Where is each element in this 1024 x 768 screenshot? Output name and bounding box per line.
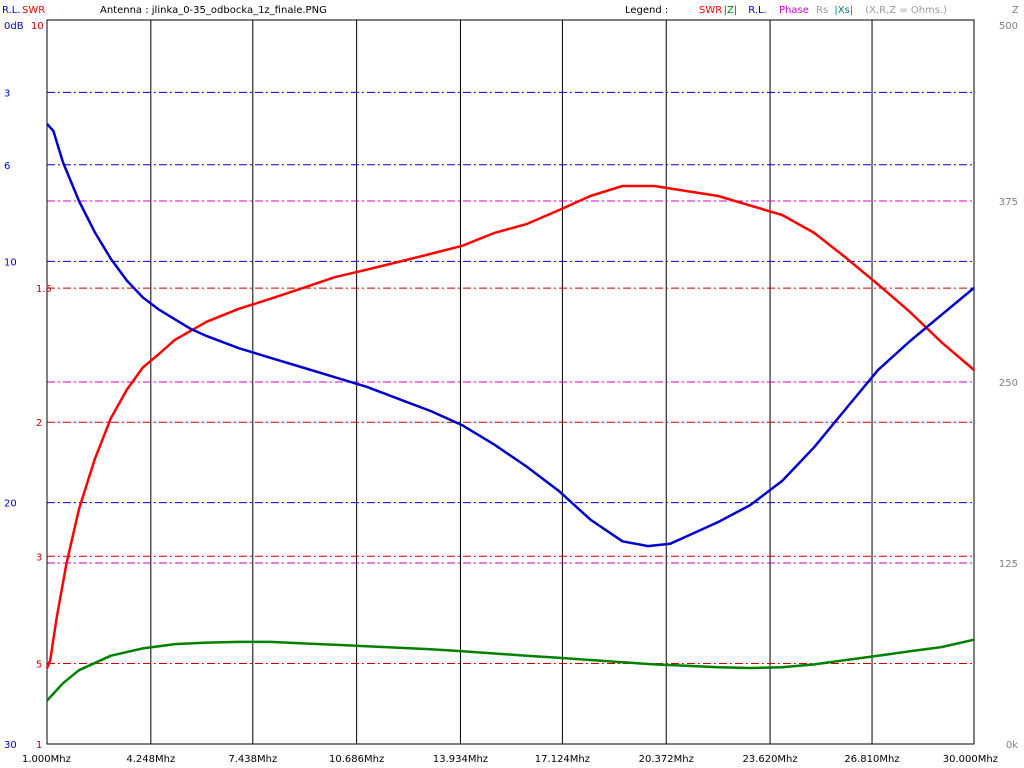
x-tick-label: 10.686Mhz	[329, 754, 384, 765]
rl-tick-label: 30	[4, 740, 17, 751]
legend-item: R.L.	[748, 5, 767, 16]
swr-tick-label: 2	[36, 418, 42, 429]
legend-item: |Z|	[724, 5, 738, 16]
legend-item: |Xs|	[834, 5, 853, 16]
x-tick-label: 1.000Mhz	[22, 754, 71, 765]
z-tick-label: 375	[999, 197, 1018, 208]
x-tick-label: 23.620Mhz	[742, 754, 797, 765]
z-tick-label: 250	[999, 378, 1018, 389]
z-tick-label: 500	[999, 21, 1018, 32]
rl-tick-label: 3	[4, 88, 10, 99]
x-tick-label: 30.000Mhz	[943, 754, 998, 765]
legend-item: Rs	[816, 5, 828, 16]
swr-chart: 1.000Mhz 4.248Mhz 7.438Mhz 10.686Mhz 13.934M…	[0, 0, 1024, 768]
rl-tick-label: 20	[4, 499, 17, 510]
x-tick-label: 26.810Mhz	[844, 754, 899, 765]
legend-item: SWR	[699, 5, 722, 16]
legend-item: (X,R,Z = Ohms.)	[865, 5, 947, 16]
swr-tick-label: 1	[36, 740, 42, 751]
z-tick-label: 0k	[1006, 740, 1018, 751]
x-tick-label: 17.124Mhz	[535, 754, 590, 765]
x-tick-label: 4.248Mhz	[126, 754, 175, 765]
legend-item: Phase	[779, 5, 809, 16]
swr-tick-label: 3	[36, 552, 42, 563]
x-tick-label: 7.438Mhz	[228, 754, 277, 765]
rl-tick-label: 6	[4, 161, 10, 172]
swr-axis-title: SWR	[22, 5, 45, 16]
x-tick-label: 13.934Mhz	[433, 754, 488, 765]
x-tick-label: 20.372Mhz	[639, 754, 694, 765]
antenna-file-label: Antenna : jlinka_0-35_odbocka_1z_finale.…	[100, 5, 327, 16]
z-tick-label: 125	[999, 559, 1018, 570]
swr-tick-label: 1.5	[36, 284, 52, 295]
swr-tick-label: 10	[31, 21, 44, 32]
legend-title: Legend :	[625, 5, 668, 16]
chart-background	[0, 0, 1024, 768]
rl-axis-title: R.L.	[2, 5, 21, 16]
rl-tick-label: 10	[4, 257, 17, 268]
swr-tick-label: 5	[36, 660, 42, 671]
legend: SWR |Z| R.L. Phase Rs |Xs| (X,R,Z = Ohms.)	[699, 5, 947, 16]
z-axis-title: Z	[1012, 5, 1019, 16]
rl-axis-unit: 0dB	[4, 21, 24, 32]
